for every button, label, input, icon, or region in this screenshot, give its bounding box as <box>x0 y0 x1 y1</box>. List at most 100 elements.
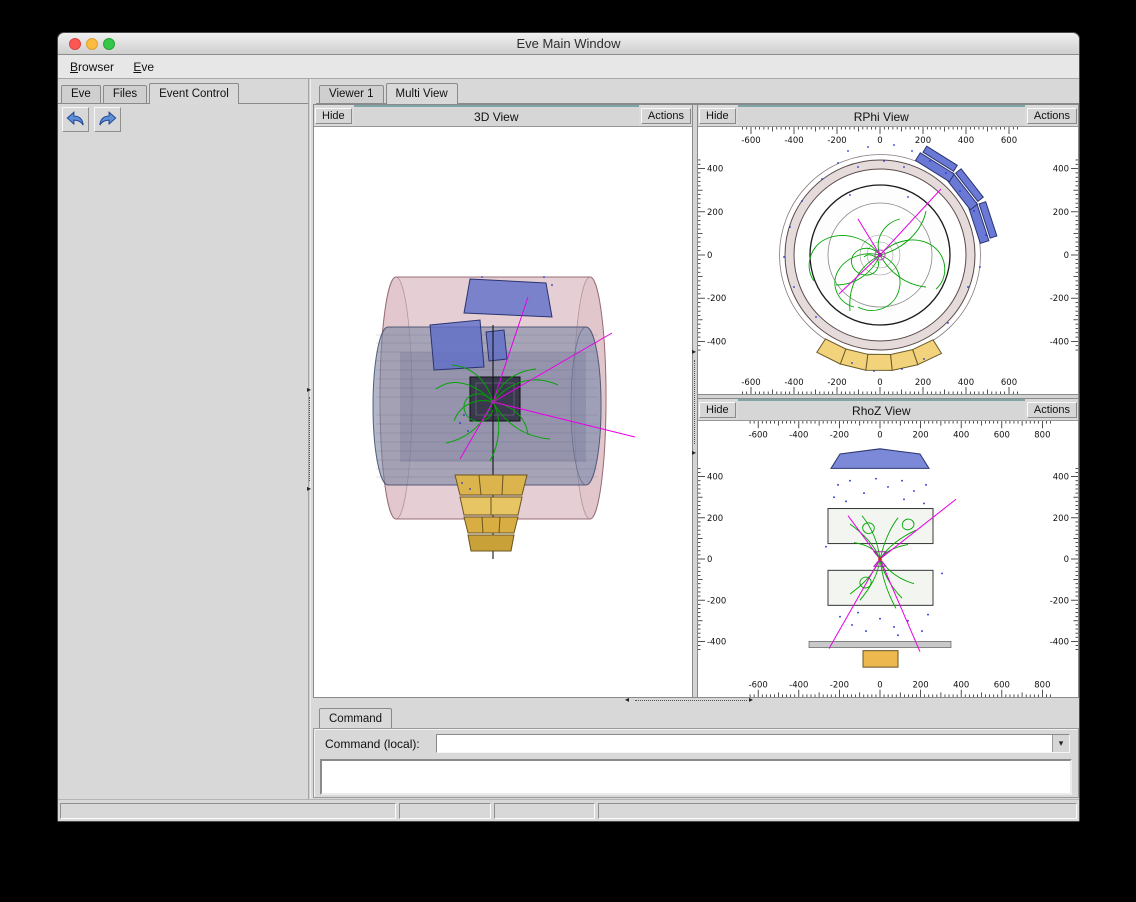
tab-multi-view[interactable]: Multi View <box>386 83 458 104</box>
rphi-event-display[interactable]: -600-600-400-400-200-2000020020040040060… <box>698 127 1078 394</box>
svg-text:0: 0 <box>1064 555 1069 565</box>
svg-text:0: 0 <box>707 251 712 261</box>
splitter-arrow-icon[interactable]: ▸ <box>307 386 311 394</box>
svg-text:600: 600 <box>1001 378 1017 388</box>
svg-text:-600: -600 <box>749 681 768 691</box>
left-tabrow: Eve Files Event Control <box>58 83 308 104</box>
forward-arrow-icon <box>97 117 118 131</box>
eve-main-window: Eve Main Window Browser Eve Eve Files Ev… <box>57 32 1080 822</box>
splitter-handle[interactable] <box>309 397 310 481</box>
hide-button-rphi[interactable]: Hide <box>699 108 736 124</box>
view-panel-rphi: Hide RPhi View Actions <box>698 105 1078 395</box>
rhoz-event-display[interactable]: -600-600-400-400-200-2000020020040040060… <box>698 421 1078 697</box>
svg-text:-200: -200 <box>830 430 849 440</box>
svg-text:-200: -200 <box>707 294 726 304</box>
svg-text:200: 200 <box>707 514 723 524</box>
svg-text:-400: -400 <box>707 637 726 647</box>
viewport-3d[interactable] <box>314 127 692 697</box>
actions-button-rhoz[interactable]: Actions <box>1027 402 1077 418</box>
view-title-3d: 3D View <box>354 105 639 126</box>
viewport-rphi[interactable]: -600-600-400-400-200-2000020020040040060… <box>698 127 1078 394</box>
svg-text:0: 0 <box>877 136 882 146</box>
splitter-arrow-icon[interactable]: ◂ <box>625 696 629 704</box>
svg-text:600: 600 <box>994 430 1010 440</box>
actions-button-3d[interactable]: Actions <box>641 108 691 124</box>
svg-text:400: 400 <box>953 430 969 440</box>
menu-item-eve[interactable]: Eve <box>125 59 162 75</box>
command-dropdown-button[interactable]: ▾ <box>1052 735 1069 752</box>
tab-files[interactable]: Files <box>103 85 147 103</box>
splitter-arrow-icon[interactable]: ▸ <box>749 696 753 704</box>
svg-text:-400: -400 <box>1050 637 1069 647</box>
svg-text:200: 200 <box>707 208 723 218</box>
view-title-rhoz: RhoZ View <box>738 399 1025 420</box>
splitter-arrow-icon[interactable]: ▸ <box>692 449 696 457</box>
svg-text:-600: -600 <box>741 378 760 388</box>
svg-text:400: 400 <box>958 136 974 146</box>
hide-button-rhoz[interactable]: Hide <box>699 402 736 418</box>
status-cell <box>399 803 491 819</box>
next-event-button[interactable] <box>94 107 121 132</box>
svg-text:-200: -200 <box>1050 294 1069 304</box>
views-right-column: Hide RPhi View Actions <box>698 105 1078 697</box>
svg-text:400: 400 <box>707 165 723 175</box>
muon-chamber-top-blue <box>831 449 929 469</box>
previous-event-button[interactable] <box>62 107 89 132</box>
hcal-tower-yellow <box>455 475 527 551</box>
chevron-down-icon: ▾ <box>1059 738 1064 749</box>
svg-text:400: 400 <box>958 378 974 388</box>
vertex-marker <box>491 400 495 404</box>
status-cell <box>598 803 1077 819</box>
splitter-handle[interactable] <box>694 360 695 444</box>
svg-text:0: 0 <box>877 378 882 388</box>
svg-text:0: 0 <box>877 681 882 691</box>
tab-command[interactable]: Command <box>319 708 392 729</box>
multi-view-frame: Hide 3D View Actions <box>313 104 1079 698</box>
viewport-rhoz[interactable]: -600-600-400-400-200-2000020020040040060… <box>698 421 1078 697</box>
status-cell <box>494 803 595 819</box>
svg-text:200: 200 <box>913 430 929 440</box>
svg-text:600: 600 <box>1001 136 1017 146</box>
menu-item-browser[interactable]: Browser <box>62 59 122 75</box>
svg-text:-400: -400 <box>784 136 803 146</box>
view-panel-3d: Hide 3D View Actions <box>314 105 693 697</box>
window-title: Eve Main Window <box>58 36 1079 51</box>
command-tabrow: Command <box>319 706 394 728</box>
viewer-area: Viewer 1 Multi View Hide 3D View Actions <box>311 79 1079 799</box>
svg-text:-400: -400 <box>789 681 808 691</box>
view-panel-rhoz: Hide RhoZ View Actions <box>698 399 1078 697</box>
svg-text:200: 200 <box>915 378 931 388</box>
splitter-arrow-icon[interactable]: ▸ <box>307 485 311 493</box>
splitter-arrow-icon[interactable]: ▸ <box>692 348 696 356</box>
hcal-cell-yellow <box>863 651 898 667</box>
3d-event-display[interactable] <box>314 127 692 697</box>
svg-text:0: 0 <box>1064 251 1069 261</box>
svg-text:-400: -400 <box>789 430 808 440</box>
hide-button-3d[interactable]: Hide <box>315 108 352 124</box>
command-prompt-label: Command (local): <box>325 737 420 751</box>
tab-eve[interactable]: Eve <box>61 85 101 103</box>
svg-text:600: 600 <box>994 681 1010 691</box>
status-cell <box>60 803 396 819</box>
svg-text:400: 400 <box>1053 165 1069 175</box>
svg-text:400: 400 <box>953 681 969 691</box>
svg-text:-400: -400 <box>707 337 726 347</box>
view-header-rphi: Hide RPhi View Actions <box>698 105 1078 127</box>
left-panel: Eve Files Event Control <box>58 79 308 799</box>
command-input[interactable] <box>437 735 1052 752</box>
svg-text:-200: -200 <box>830 681 849 691</box>
titlebar[interactable]: Eve Main Window <box>58 33 1079 55</box>
tab-viewer-1[interactable]: Viewer 1 <box>319 85 384 103</box>
svg-text:-200: -200 <box>827 378 846 388</box>
command-output[interactable] <box>320 759 1072 795</box>
event-nav-toolbar <box>58 104 308 135</box>
svg-text:200: 200 <box>913 681 929 691</box>
svg-text:-200: -200 <box>827 136 846 146</box>
svg-text:400: 400 <box>1053 473 1069 483</box>
vertex-marker <box>874 552 886 566</box>
svg-text:0: 0 <box>707 555 712 565</box>
command-frame: Command (local): ▾ <box>313 728 1079 798</box>
tab-event-control[interactable]: Event Control <box>149 83 239 104</box>
splitter-handle[interactable] <box>635 700 747 701</box>
actions-button-rphi[interactable]: Actions <box>1027 108 1077 124</box>
